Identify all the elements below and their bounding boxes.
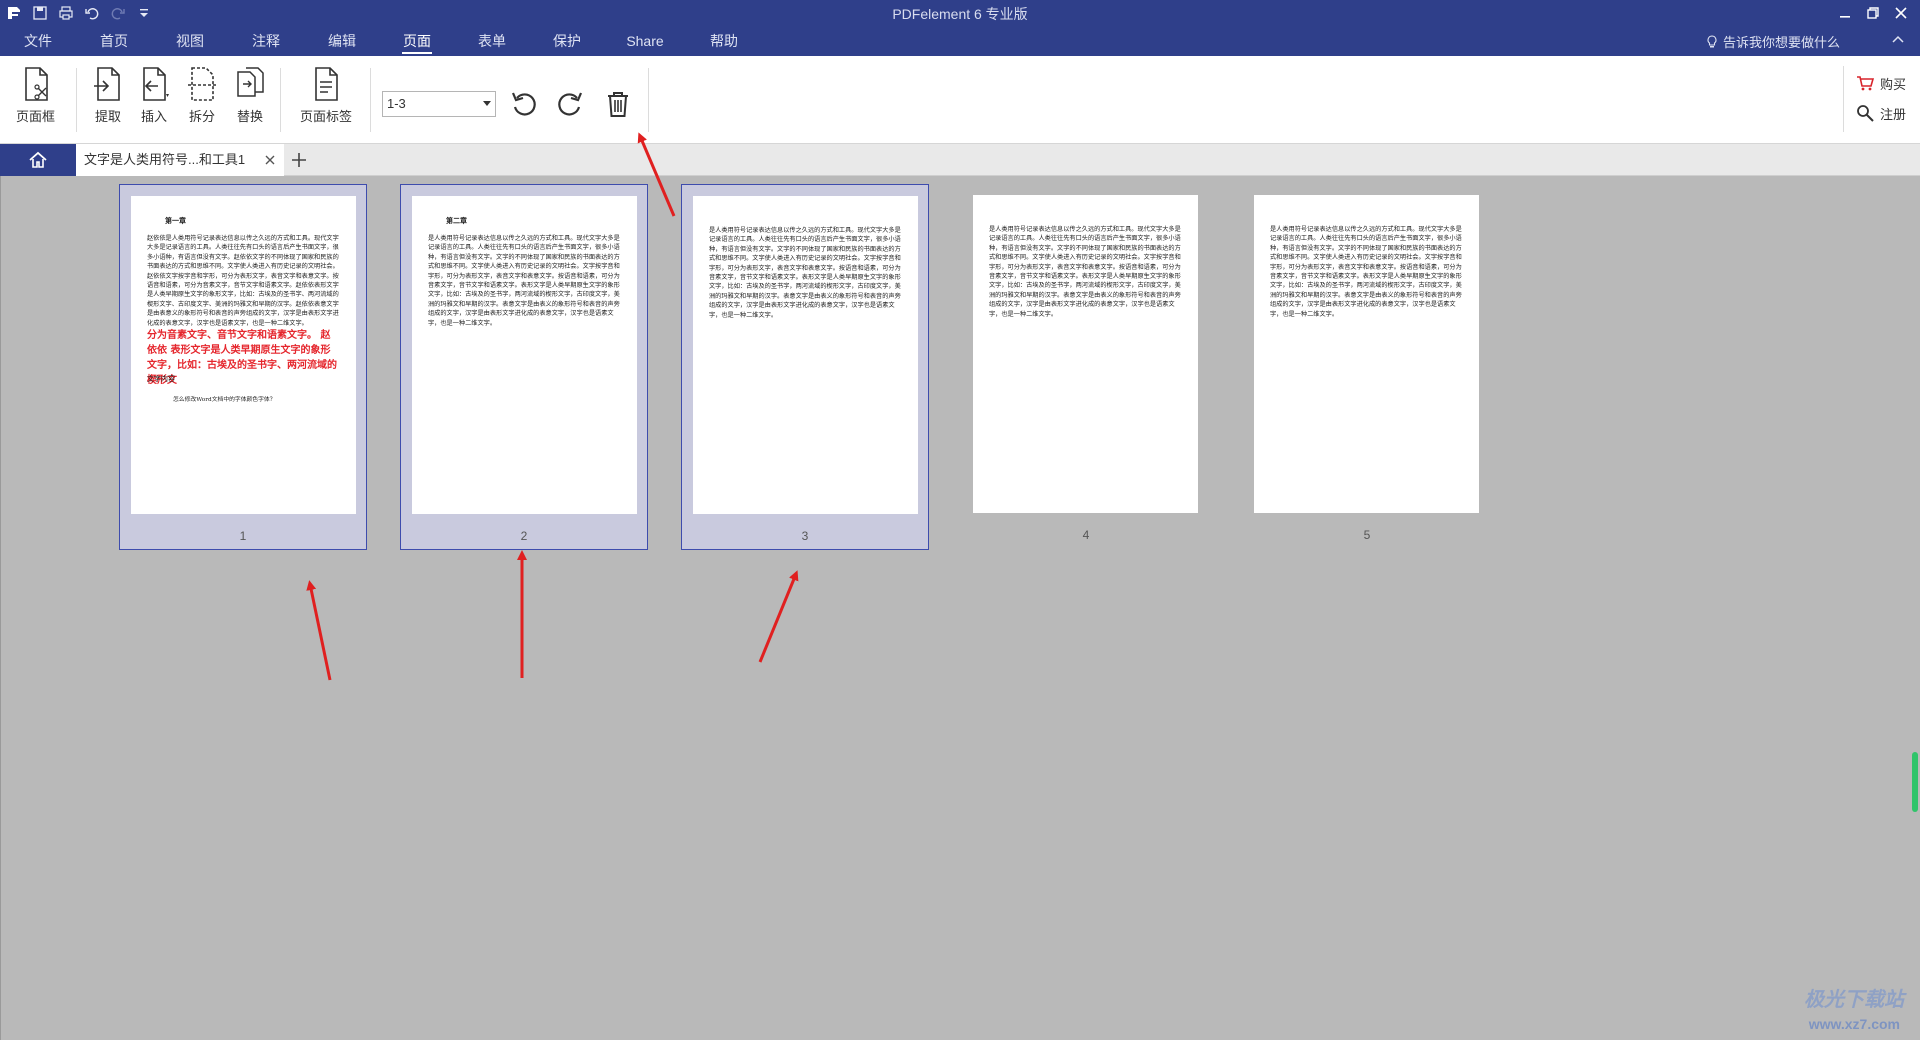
page-thumbnail[interactable]: 是人类用符号记录表达信息以传之久远的方式和工具。现代文字大多是记录语言的工具。人… — [962, 184, 1210, 550]
page-thumbnail[interactable]: 第一章赵依依是人类用符号记录表达信息以传之久远的方式和工具。现代文字大多是记录语… — [119, 184, 367, 550]
watermark-url: www.xz7.com — [1808, 1016, 1900, 1032]
page-preview: 是人类用符号记录表达信息以传之久远的方式和工具。现代文字大多是记录语言的工具。人… — [1254, 195, 1479, 513]
page-number-label: 2 — [520, 529, 528, 543]
page-body-text: 赵依依是人类用符号记录表达信息以传之久远的方式和工具。现代文字大多是记录语言的工… — [147, 235, 339, 327]
menu-item-9[interactable]: 帮助 — [686, 28, 762, 56]
lightbulb-icon — [1707, 34, 1717, 47]
watermark-logo: 极光下载站 www.xz7.com — [1704, 978, 1904, 1034]
page-body-text: 是人类用符号记录表达信息以传之久远的方式和工具。现代文字大多是记录语言的工具。人… — [989, 226, 1181, 318]
rotate-right-icon — [558, 92, 583, 116]
replace-label: 替换 — [236, 109, 263, 124]
page-range-value: 1-3 — [387, 96, 406, 111]
page-body-text: 是人类用符号记录表达信息以传之久远的方式和工具。现代文字大多是记录语言的工具。人… — [1270, 226, 1462, 318]
chevron-down-icon — [483, 101, 491, 106]
title-bar: PDFelement 6 专业版 文件 首页 视图 注释 编辑 页面 表单 保护 Share 帮助… — [0, 0, 1920, 56]
page-thumbnails-area: 第一章赵依依是人类用符号记录表达信息以传之久远的方式和工具。现代文字大多是记录语… — [0, 176, 1920, 1040]
page-footer-text: 怎么修改Word文档中的字体颜色字体？ — [173, 397, 276, 404]
ribbon-separator — [76, 68, 77, 132]
extract-button[interactable]: 提取 — [92, 66, 124, 125]
document-tab-bar: 文字是人类用符号...和工具1 — [0, 144, 1920, 176]
menu-item-8[interactable]: Share — [604, 28, 686, 56]
rotate-left-icon — [511, 92, 536, 116]
tell-me-label: 告诉我你想要做什么 — [1722, 35, 1840, 50]
page-body-text: 是人类用符号记录表达信息以传之久远的方式和工具。现代文字大多是记录语言的工具。人… — [709, 227, 901, 319]
register-label: 注册 — [1879, 106, 1906, 122]
tell-me-search[interactable]: 告诉我你想要做什么 — [1705, 32, 1840, 51]
page-thumbnail[interactable]: 是人类用符号记录表达信息以传之久远的方式和工具。现代文字大多是记录语言的工具。人… — [1243, 184, 1491, 550]
add-tab-icon[interactable] — [290, 151, 308, 169]
page-preview: 是人类用符号记录表达信息以传之久远的方式和工具。现代文字大多是记录语言的工具。人… — [693, 196, 918, 514]
replace-button[interactable]: 替换 — [234, 66, 266, 125]
watermark-text: 极光下载站 — [1804, 989, 1904, 1011]
document-tab[interactable]: 文字是人类用符号...和工具1 — [76, 144, 284, 176]
extract-label: 提取 — [94, 109, 121, 124]
page-box-icon — [24, 67, 48, 101]
rotate-left-button[interactable] — [506, 86, 542, 122]
page-label-icon — [315, 67, 338, 101]
home-icon — [29, 151, 47, 168]
cart-icon — [1856, 76, 1874, 91]
ribbon-separator — [648, 68, 649, 132]
menu-item-5[interactable]: 页面 — [380, 28, 454, 56]
register-button[interactable]: 注册 — [1856, 98, 1906, 128]
trash-icon — [608, 92, 628, 117]
key-search-icon — [1857, 105, 1874, 122]
menu-item-4[interactable]: 编辑 — [304, 28, 380, 56]
menu-item-3[interactable]: 注释 — [228, 28, 304, 56]
window-controls — [1832, 2, 1914, 24]
scroll-indicator[interactable] — [1912, 752, 1918, 812]
window-title: PDFelement 6 专业版 — [892, 6, 1028, 22]
rotate-right-button[interactable] — [552, 86, 588, 122]
insert-button[interactable]: 插入 — [138, 66, 170, 125]
ribbon-separator — [280, 68, 281, 132]
page-chapter-heading: 第一章 — [165, 216, 186, 225]
delete-page-button[interactable] — [600, 86, 636, 122]
menu-item-6[interactable]: 表单 — [454, 28, 530, 56]
split-label: 拆分 — [188, 109, 215, 124]
page-number-label: 3 — [801, 529, 809, 543]
account-actions: 购买 注册 — [1856, 68, 1906, 128]
page-box-button[interactable]: 页面框 — [16, 66, 55, 125]
ribbon-separator — [1843, 66, 1844, 132]
menu-item-7[interactable]: 保护 — [530, 28, 604, 56]
page-preview: 第一章赵依依是人类用符号记录表达信息以传之久远的方式和工具。现代文字大多是记录语… — [131, 196, 356, 514]
split-icon — [188, 67, 216, 101]
page-thumbnail[interactable]: 是人类用符号记录表达信息以传之久远的方式和工具。现代文字大多是记录语言的工具。人… — [681, 184, 929, 550]
menu-item-0[interactable]: 文件 — [0, 28, 76, 56]
buy-label: 购买 — [1879, 76, 1906, 92]
buy-button[interactable]: 购买 — [1856, 68, 1906, 98]
page-preview: 第二章是人类用符号记录表达信息以传之久远的方式和工具。现代文字大多是记录语言的工… — [412, 196, 637, 514]
ribbon-separator — [370, 68, 371, 132]
menu-item-1[interactable]: 首页 — [76, 28, 152, 56]
page-number-label: 1 — [239, 529, 247, 543]
minimize-button[interactable] — [1832, 2, 1858, 24]
page-range-select[interactable]: 1-3 — [382, 91, 496, 117]
split-button[interactable]: 拆分 — [186, 66, 218, 125]
page-number-label: 4 — [1082, 528, 1090, 542]
page-thumbnail[interactable]: 第二章是人类用符号记录表达信息以传之久远的方式和工具。现代文字大多是记录语言的工… — [400, 184, 648, 550]
restore-button[interactable] — [1860, 2, 1886, 24]
ribbon-page: 页面框 提取 插入 拆分 替换 页面标签 1-3 购买 注册 — [0, 56, 1920, 144]
extract-icon — [94, 67, 120, 101]
home-tab[interactable] — [0, 144, 76, 176]
pdfelement-window: PDFelement 6 专业版 文件 首页 视图 注释 编辑 页面 表单 保护 Share 帮助… — [0, 0, 1920, 1040]
menu-bar: 文件 首页 视图 注释 编辑 页面 表单 保护 Share 帮助 — [0, 28, 762, 56]
insert-label: 插入 — [140, 109, 167, 124]
page-box-label: 页面框 — [16, 109, 56, 124]
close-button[interactable] — [1888, 2, 1914, 24]
page-body-text: 是人类用符号记录表达信息以传之久远的方式和工具。现代文字大多是记录语言的工具。人… — [428, 235, 620, 327]
document-tab-title: 文字是人类用符号...和工具1 — [84, 152, 246, 167]
close-tab-icon[interactable] — [262, 152, 278, 168]
replace-icon — [237, 67, 264, 97]
menu-item-2[interactable]: 视图 — [152, 28, 228, 56]
page-number-label: 5 — [1363, 528, 1371, 542]
collapse-ribbon-icon[interactable] — [1890, 32, 1906, 48]
insert-icon — [143, 67, 169, 101]
page-label-button[interactable]: 页面标签 — [300, 66, 352, 125]
page-chapter-heading: 第二章 — [446, 216, 467, 225]
page-preview: 是人类用符号记录表达信息以传之久远的方式和工具。现代文字大多是记录语言的工具。人… — [973, 195, 1198, 513]
page-label-label: 页面标签 — [300, 109, 353, 124]
